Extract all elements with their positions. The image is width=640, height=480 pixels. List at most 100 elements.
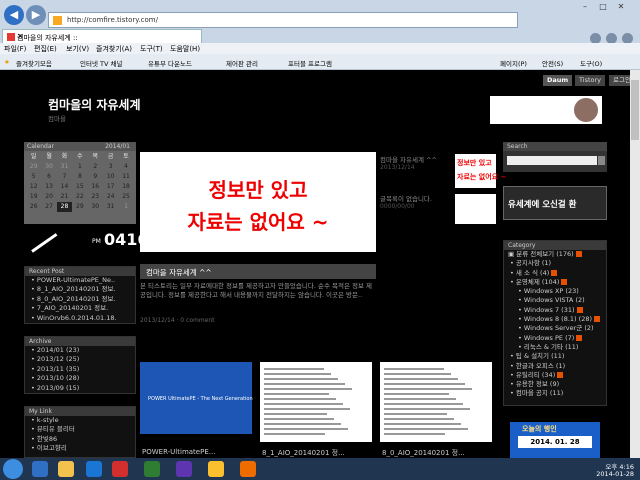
category-item[interactable]: • 컴마을 공지 (11) xyxy=(504,389,606,398)
calendar-day[interactable]: 28 xyxy=(56,202,73,212)
start-button[interactable] xyxy=(3,459,23,479)
archive-item[interactable]: • 2013/09 (15) xyxy=(25,384,135,393)
category-item-label[interactable]: • Windows PE (7) xyxy=(518,334,574,342)
category-item-label[interactable]: • Windows 8 (8.1) (28) xyxy=(518,315,592,323)
calendar-day[interactable]: 8 xyxy=(72,172,87,182)
recent-post-item[interactable]: • POWER-UltimatePE_Ne.. xyxy=(25,276,135,285)
fav-item-1[interactable]: 즐겨찾기모음 xyxy=(16,58,52,68)
category-item-label[interactable]: • Windows 7 (31) xyxy=(518,306,575,314)
category-item-label[interactable]: • Windows Server군 (2) xyxy=(518,324,594,332)
category-item[interactable]: • Windows 7 (31) xyxy=(504,306,606,315)
address-bar[interactable]: http://comfire.tistory.com/ xyxy=(48,12,518,28)
fav-item-4[interactable]: 제어판 관리 xyxy=(226,58,258,68)
calendar-day[interactable]: 30 xyxy=(88,202,103,212)
blog-title[interactable]: 컴마을의 자유세계 xyxy=(48,96,141,113)
calendar-day[interactable]: 12 xyxy=(26,182,41,192)
fav-item-3[interactable]: 유튜부 다운노드 xyxy=(148,58,192,68)
category-item-label[interactable]: • 새 소 식 (4) xyxy=(510,269,549,277)
thumb-3[interactable] xyxy=(380,362,492,442)
calendar-day[interactable]: 23 xyxy=(88,192,103,202)
category-item[interactable]: • Windows XP (23) xyxy=(504,287,606,296)
category-item-label[interactable]: • Windows VISTA (2) xyxy=(518,296,585,304)
tool-icon[interactable] xyxy=(208,461,224,477)
calendar-day[interactable]: 13 xyxy=(41,182,56,192)
category-item[interactable]: • 공지사항 (1) xyxy=(504,259,606,268)
menu-file[interactable]: 파일(F) xyxy=(4,44,26,54)
menu-edit[interactable]: 편집(E) xyxy=(34,44,57,54)
menu-view[interactable]: 보기(V) xyxy=(66,44,89,54)
shutdown-icon[interactable] xyxy=(240,461,256,477)
menu-help[interactable]: 도움말(H) xyxy=(170,44,200,54)
category-item[interactable]: • Windows Server군 (2) xyxy=(504,324,606,333)
mylink-item[interactable]: • 한빛86 xyxy=(25,435,135,444)
recent-post-item[interactable]: • 8_0_AIO_20140201 정보. xyxy=(25,295,135,304)
folder-icon[interactable] xyxy=(58,461,74,477)
search-button[interactable] xyxy=(598,156,605,165)
mylink-item[interactable]: • 이브고향리 xyxy=(25,444,135,453)
tab-close-icon[interactable]: ✕ xyxy=(17,32,198,41)
calendar-day[interactable]: 29 xyxy=(26,162,41,172)
address-url[interactable]: http://comfire.tistory.com/ xyxy=(67,16,158,24)
calendar-day[interactable]: 26 xyxy=(26,202,41,212)
category-item[interactable]: • Windows VISTA (2) xyxy=(504,296,606,305)
recent-post-item[interactable]: • WinOrvb6.0.2014.01.18. xyxy=(25,314,135,323)
maximize-icon[interactable]: □ xyxy=(594,2,612,12)
calendar-day[interactable]: 31 xyxy=(57,162,72,172)
calendar-day[interactable]: 10 xyxy=(103,172,118,182)
forward-button[interactable]: ▶ xyxy=(26,5,46,25)
archive-item[interactable]: • 2013/10 (28) xyxy=(25,374,135,383)
category-item-label[interactable]: • 운영체제 (104) xyxy=(510,278,559,286)
calendar-day[interactable]: 14 xyxy=(57,182,72,192)
calendar-day[interactable]: 19 xyxy=(26,192,41,202)
power-app-icon[interactable] xyxy=(112,461,128,477)
category-item[interactable]: • Windows 8 (8.1) (28) xyxy=(504,315,606,324)
daum-link[interactable]: Daum xyxy=(543,75,573,86)
calendar-day[interactable]: 1 xyxy=(72,162,87,172)
archive-item[interactable]: • 2013/11 (35) xyxy=(25,365,135,374)
calendar-day[interactable]: 24 xyxy=(103,192,118,202)
category-item-label[interactable]: • 유용한 정보 (9) xyxy=(510,380,559,388)
calendar-day[interactable]: 27 xyxy=(41,202,56,212)
calendar-day[interactable]: 17 xyxy=(103,182,118,192)
calendar-day[interactable]: 7 xyxy=(57,172,72,182)
calendar-day[interactable]: 18 xyxy=(118,182,133,192)
mylink-item[interactable]: • 뷰티유 블리터 xyxy=(25,425,135,434)
category-item-label[interactable]: • 팁 & 설치기 (11) xyxy=(510,352,564,360)
archive-item[interactable]: • 2014/01 (23) xyxy=(25,346,135,355)
calendar-day[interactable]: 16 xyxy=(88,182,103,192)
category-item[interactable]: • 유용한 정보 (9) xyxy=(504,380,606,389)
calendar-day[interactable]: 11 xyxy=(118,172,133,182)
sync-icon[interactable] xyxy=(144,461,160,477)
close-icon[interactable]: ✕ xyxy=(612,2,630,12)
media-icon[interactable] xyxy=(86,461,102,477)
category-item[interactable]: • 운영체제 (104) xyxy=(504,278,606,287)
calendar-day[interactable]: 25 xyxy=(118,192,133,202)
category-item-label[interactable]: • 유틸리티 (34) xyxy=(510,371,555,379)
calendar-day[interactable]: 2 xyxy=(88,162,103,172)
category-item-label[interactable]: • Windows XP (23) xyxy=(518,287,579,295)
minimize-icon[interactable]: – xyxy=(576,2,594,12)
recent-post-item[interactable]: • 7_AIO_20140201 정보. xyxy=(25,304,135,313)
category-item-label[interactable]: • 공지사항 (1) xyxy=(510,259,551,267)
archive-item[interactable]: • 2013/12 (25) xyxy=(25,355,135,364)
scrollbar-thumb[interactable] xyxy=(631,80,639,140)
category-item[interactable]: • 한글과 오피스 (1) xyxy=(504,362,606,371)
tray-date[interactable]: 2014-01-28 xyxy=(596,470,634,478)
thumb-1-caption[interactable]: POWER-UltimatePE... xyxy=(142,448,215,456)
category-item[interactable]: • 팁 & 설치기 (11) xyxy=(504,352,606,361)
category-item[interactable]: • 유틸리티 (34) xyxy=(504,371,606,380)
calendar-day[interactable]: 21 xyxy=(57,192,72,202)
category-item-label[interactable]: • 한글과 오피스 (1) xyxy=(510,362,565,370)
toolbar-safety[interactable]: 안전(S) xyxy=(542,58,563,68)
category-item[interactable]: • 리눅스 & 기타 (11) xyxy=(504,343,606,352)
side-post-thumb[interactable]: 정보만 있고 자료는 없어요 ~ xyxy=(455,154,506,188)
search-input[interactable] xyxy=(507,156,597,165)
side-post-thumb-2[interactable] xyxy=(455,194,496,224)
calendar-day[interactable]: 29 xyxy=(72,202,87,212)
thumb-2-caption[interactable]: 8_1_AIO_20140201 정... xyxy=(262,448,345,458)
side-post-title[interactable]: 컴마을 자유세계 ^^ xyxy=(380,154,437,164)
fav-item-5[interactable]: 포터블 프로그램 xyxy=(288,58,332,68)
main-post-caption-bar[interactable]: 컴마을 자유세계 ^^ xyxy=(140,264,376,279)
main-post-title[interactable]: 컴마을 자유세계 ^^ xyxy=(146,267,212,278)
back-button[interactable]: ◀ xyxy=(4,5,24,25)
